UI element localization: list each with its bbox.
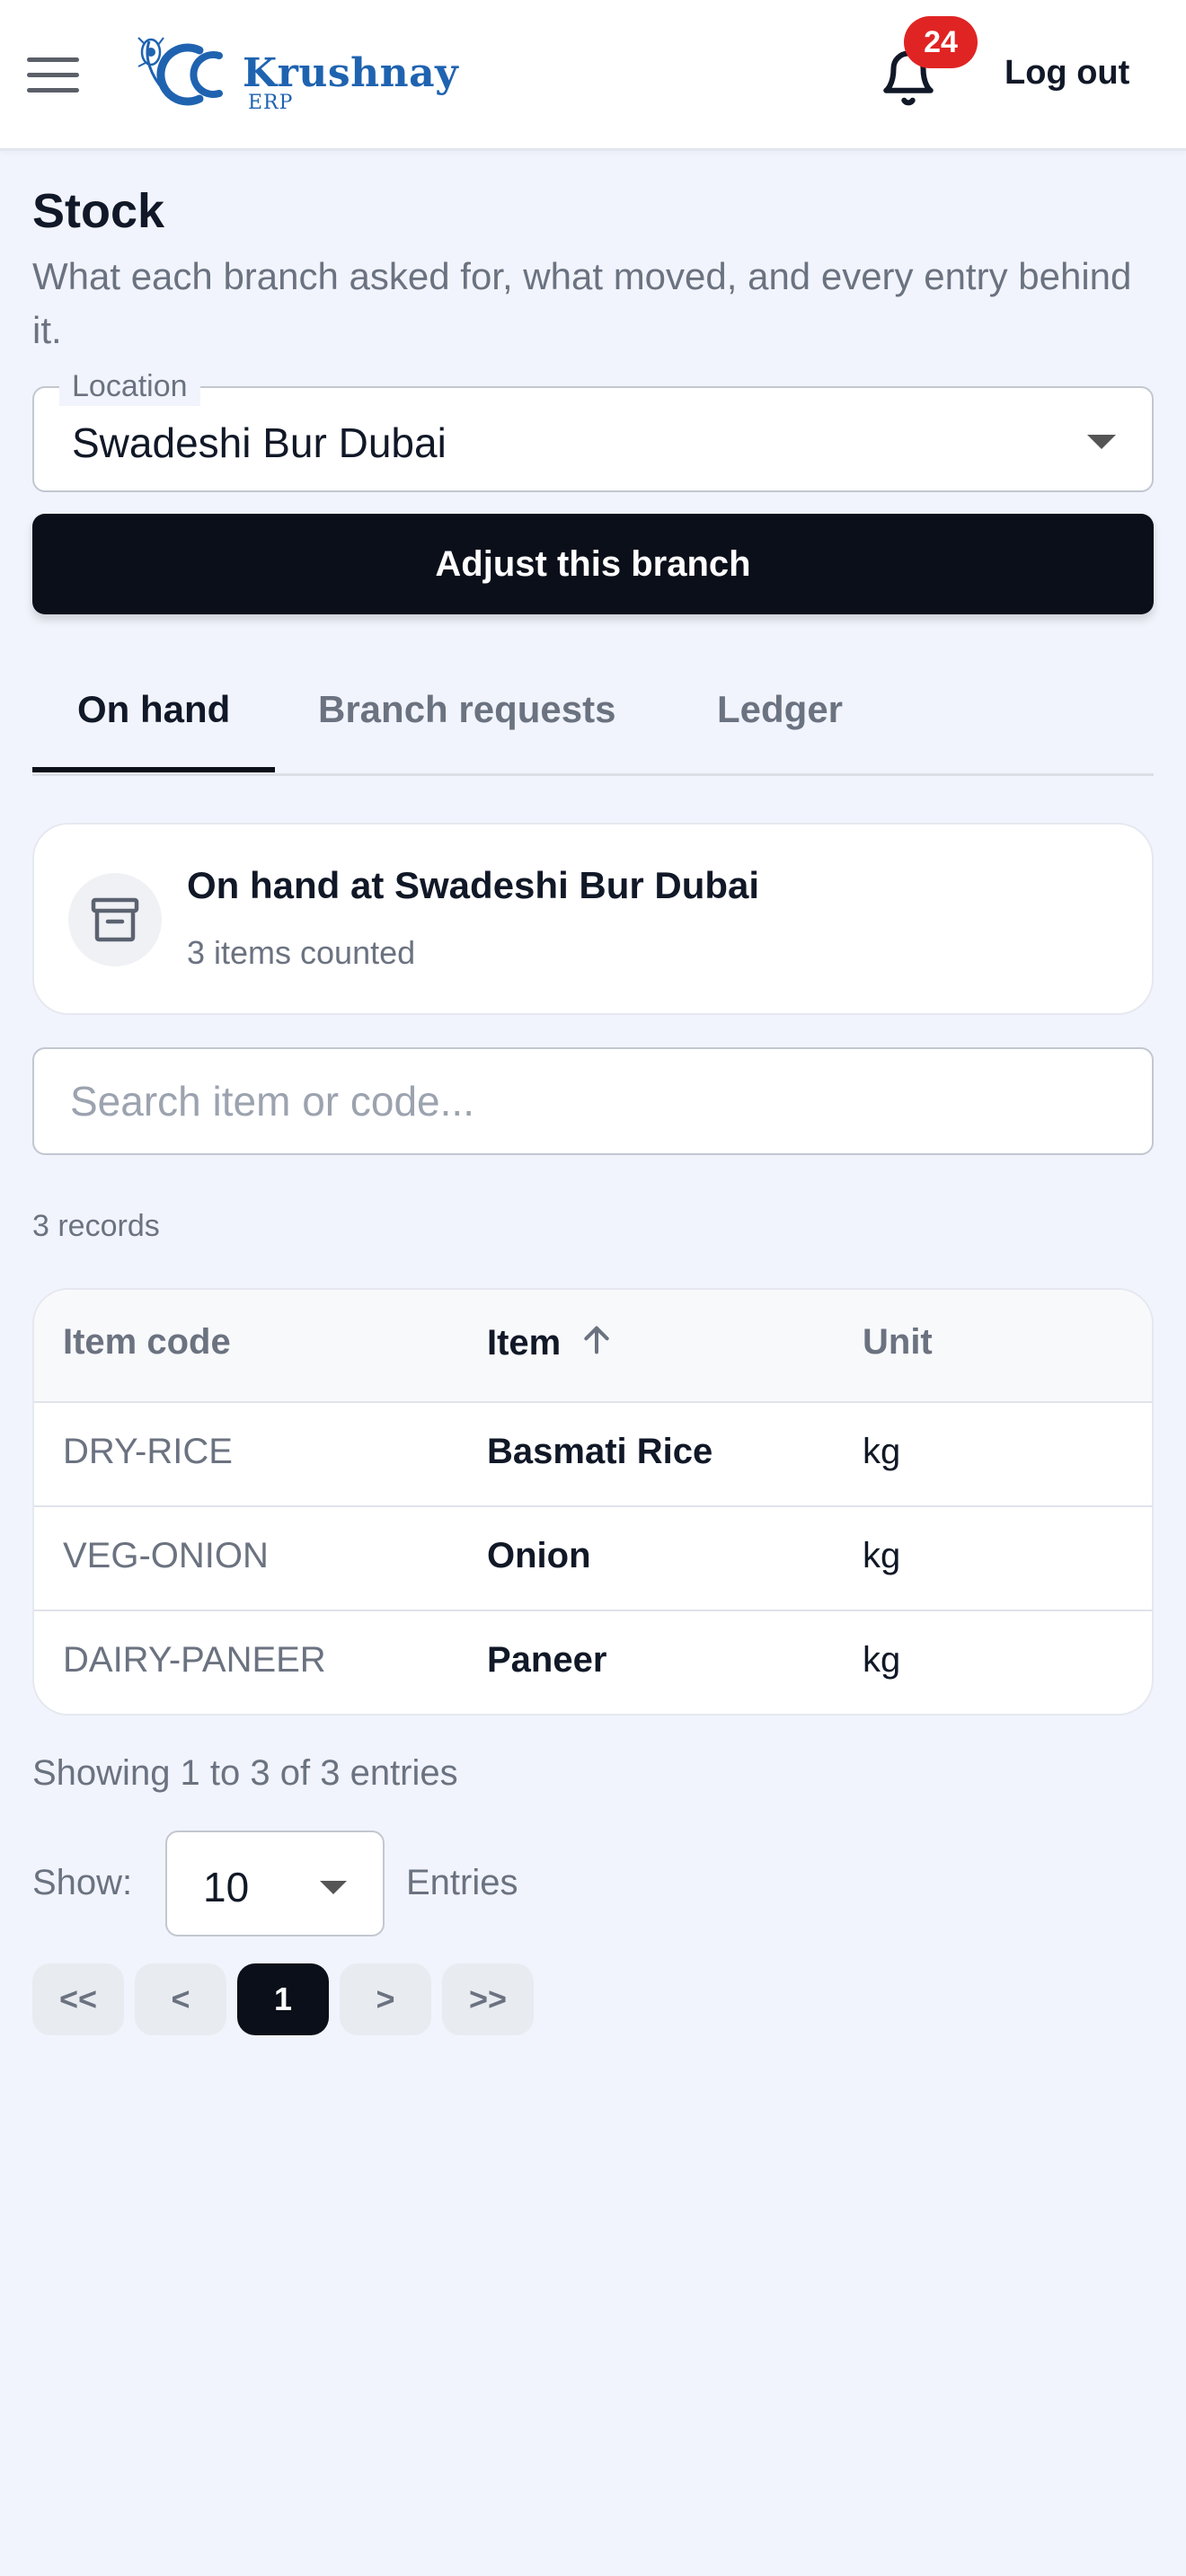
- stock-table: Item code Item Unit DRY-RICE Basmati Ric…: [32, 1288, 1154, 1716]
- location-select[interactable]: Location Swadeshi Bur Dubai: [32, 366, 1154, 492]
- brand-logo[interactable]: Krushnay ERP: [137, 36, 458, 117]
- archive-box-icon: [91, 897, 139, 942]
- previous-page-button[interactable]: <: [135, 1963, 226, 2035]
- show-label: Show:: [32, 1863, 133, 1902]
- entries-summary: Showing 1 to 3 of 3 entries: [32, 1753, 458, 1793]
- page-size-select[interactable]: 10: [165, 1831, 385, 1936]
- notification-count-badge: 24: [904, 16, 978, 68]
- brand-name: Krushnay: [243, 50, 459, 96]
- item-name-cell: Basmati Rice: [487, 1432, 713, 1471]
- page-1-button[interactable]: 1: [237, 1963, 329, 2035]
- page-description: What each branch asked for, what moved, …: [32, 255, 1132, 351]
- page-title: Stock: [32, 184, 165, 238]
- stock-tabs: On hand Branch requests Ledger: [32, 665, 1154, 776]
- active-tab-indicator: [32, 767, 275, 772]
- summary-icon-container: [68, 873, 162, 966]
- summary-title: On hand at Swadeshi Bur Dubai: [187, 864, 760, 906]
- on-hand-summary-card: On hand at Swadeshi Bur Dubai 3 items co…: [32, 823, 1154, 1015]
- item-code-cell: VEG-ONION: [63, 1536, 269, 1575]
- tab-on-hand[interactable]: On hand: [77, 688, 230, 731]
- tab-ledger[interactable]: Ledger: [717, 688, 843, 731]
- unit-cell: kg: [863, 1536, 901, 1575]
- location-label: Location: [59, 366, 200, 406]
- table-row[interactable]: DAIRY-PANEER Paneer kg: [34, 1611, 1152, 1714]
- next-page-button[interactable]: >: [340, 1963, 431, 2035]
- column-header-item[interactable]: Item: [487, 1322, 615, 1363]
- search-input[interactable]: [32, 1047, 1154, 1155]
- unit-cell: kg: [863, 1432, 901, 1471]
- adjust-branch-button[interactable]: Adjust this branch: [32, 514, 1154, 614]
- item-code-cell: DAIRY-PANEER: [63, 1640, 326, 1680]
- entries-label: Entries: [406, 1863, 518, 1902]
- column-header-item-label: Item: [487, 1323, 562, 1363]
- unit-cell: kg: [863, 1640, 901, 1680]
- first-page-button[interactable]: <<: [32, 1963, 124, 2035]
- sort-ascending-arrow-icon: [584, 1326, 609, 1354]
- table-row[interactable]: DRY-RICE Basmati Rice kg: [34, 1403, 1152, 1507]
- records-count: 3 records: [32, 1209, 160, 1243]
- menu-icon[interactable]: [27, 57, 79, 93]
- brand-subtitle: ERP: [248, 92, 294, 114]
- item-name-cell: Paneer: [487, 1640, 607, 1680]
- column-header-item-code[interactable]: Item code: [63, 1322, 231, 1363]
- location-value: Swadeshi Bur Dubai: [72, 419, 447, 466]
- table-row[interactable]: VEG-ONION Onion kg: [34, 1507, 1152, 1611]
- top-bar: Krushnay ERP 24 Log out: [0, 0, 1186, 151]
- logout-button[interactable]: Log out: [1005, 54, 1129, 93]
- summary-subtitle: 3 items counted: [187, 934, 416, 971]
- table-header: Item code Item Unit: [34, 1290, 1152, 1403]
- chevron-down-icon: [1087, 435, 1116, 449]
- item-code-cell: DRY-RICE: [63, 1432, 233, 1471]
- last-page-button[interactable]: >>: [442, 1963, 534, 2035]
- chevron-down-icon: [320, 1881, 347, 1894]
- tab-branch-requests[interactable]: Branch requests: [318, 688, 615, 731]
- page-size-value: 10: [203, 1864, 250, 1910]
- peacock-feather-logo-icon: [137, 37, 223, 106]
- column-header-unit[interactable]: Unit: [863, 1322, 933, 1363]
- item-name-cell: Onion: [487, 1536, 591, 1575]
